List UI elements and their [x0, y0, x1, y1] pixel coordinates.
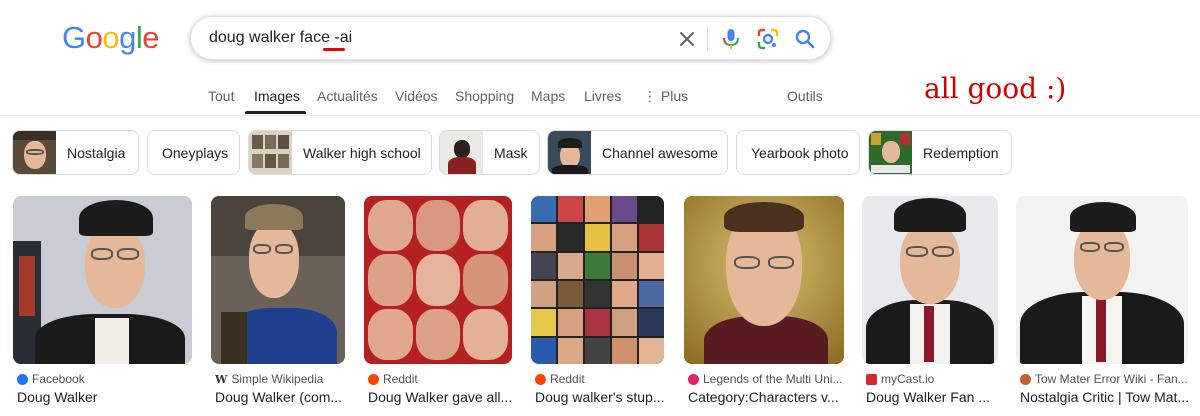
tools-button[interactable]: Outils — [787, 88, 823, 104]
mycast-icon — [866, 373, 877, 385]
search-divider — [707, 27, 708, 51]
chip-mask[interactable]: Mask — [439, 130, 540, 175]
result-image[interactable] — [862, 196, 998, 364]
result-source[interactable]: Facebook — [17, 372, 85, 386]
lens-icon[interactable] — [756, 27, 780, 51]
tab-shopping[interactable]: Shopping — [455, 88, 514, 104]
tab-videos[interactable]: Vidéos — [395, 88, 438, 104]
voice-search-icon[interactable] — [719, 27, 743, 51]
chip-thumbnail — [869, 131, 912, 174]
result-image[interactable] — [684, 196, 844, 364]
chip-thumbnail — [13, 131, 56, 174]
result-title[interactable]: Nostalgia Critic | Tow Mat... — [1020, 389, 1189, 405]
chip-thumbnail — [249, 131, 292, 174]
result-image[interactable] — [531, 196, 664, 364]
result-source-name: Reddit — [550, 372, 585, 386]
chip-label: Mask — [494, 144, 528, 161]
logo-letter: e — [142, 20, 160, 55]
result-image[interactable] — [364, 196, 512, 364]
chip-label: Channel awesome — [602, 144, 718, 161]
clear-icon[interactable] — [675, 27, 699, 51]
result-title[interactable]: Doug walker's stup... — [535, 389, 665, 405]
result-image[interactable] — [211, 196, 345, 364]
result-image[interactable] — [13, 196, 192, 364]
search-tabs: Tout Images Actualités Vidéos Shopping M… — [0, 82, 1200, 116]
result-image[interactable] — [1016, 196, 1188, 364]
result-title[interactable]: Doug Walker gave all... — [368, 389, 512, 405]
chip-redemption[interactable]: Redemption — [868, 130, 1012, 175]
red-underline-annotation — [323, 48, 345, 51]
tab-images[interactable]: Images — [254, 88, 300, 104]
chip-label: Oneyplays — [162, 144, 229, 161]
active-tab-indicator — [245, 111, 306, 114]
tab-more[interactable]: ⋮ Plus — [643, 88, 688, 105]
fandom-icon — [688, 373, 699, 385]
tab-maps[interactable]: Maps — [531, 88, 565, 104]
result-source-name: Reddit — [383, 372, 418, 386]
chip-thumbnail — [440, 131, 483, 174]
chip-label: Yearbook photo — [751, 144, 849, 161]
reddit-icon — [535, 373, 546, 385]
logo-letter: o — [102, 20, 120, 55]
fandom-icon — [1020, 373, 1031, 385]
logo-letter: G — [62, 20, 86, 55]
result-source[interactable]: Reddit — [368, 372, 418, 386]
tab-books[interactable]: Livres — [584, 88, 621, 104]
logo-letter: o — [85, 20, 103, 55]
result-source-name: myCast.io — [881, 372, 935, 386]
result-source-name: Facebook — [32, 372, 85, 386]
result-source[interactable]: Tow Mater Error Wiki - Fan... — [1020, 372, 1188, 386]
wikipedia-icon: W — [215, 372, 228, 386]
tab-all[interactable]: Tout — [208, 88, 234, 104]
result-source-name: Legends of the Multi Uni... — [703, 372, 843, 386]
result-title[interactable]: Doug Walker (com... — [215, 389, 342, 405]
result-source[interactable]: W Simple Wikipedia — [215, 372, 323, 386]
search-icon[interactable] — [793, 27, 817, 51]
chip-label: Redemption — [923, 144, 999, 161]
chip-label: Walker high school — [303, 144, 421, 161]
google-logo[interactable]: Google — [62, 20, 160, 56]
result-source-name: Tow Mater Error Wiki - Fan... — [1035, 372, 1188, 386]
result-source[interactable]: Legends of the Multi Uni... — [688, 372, 842, 386]
logo-letter: g — [119, 20, 136, 55]
chip-nostalgia[interactable]: Nostalgia — [12, 130, 139, 175]
result-title[interactable]: Category:Characters v... — [688, 389, 839, 405]
result-source-name: Simple Wikipedia — [231, 372, 324, 386]
search-input[interactable]: doug walker face -ai — [209, 29, 352, 47]
header-divider — [0, 115, 1200, 116]
reddit-icon — [368, 373, 379, 385]
chip-label: Nostalgia — [67, 144, 126, 161]
chip-walker-high-school[interactable]: Walker high school — [248, 130, 432, 175]
result-title[interactable]: Doug Walker — [17, 389, 97, 405]
facebook-icon — [17, 373, 28, 385]
search-box[interactable]: doug walker face -ai — [190, 16, 831, 60]
result-source[interactable]: Reddit — [535, 372, 585, 386]
result-title[interactable]: Doug Walker Fan ... — [866, 389, 990, 405]
result-source[interactable]: myCast.io — [866, 372, 934, 386]
chip-thumbnail — [548, 131, 591, 174]
chip-channel-awesome[interactable]: Channel awesome — [547, 130, 728, 175]
tab-news[interactable]: Actualités — [317, 88, 378, 104]
chip-yearbook-photo[interactable]: Yearbook photo — [736, 130, 860, 175]
chip-oneyplays[interactable]: Oneyplays — [147, 130, 240, 175]
